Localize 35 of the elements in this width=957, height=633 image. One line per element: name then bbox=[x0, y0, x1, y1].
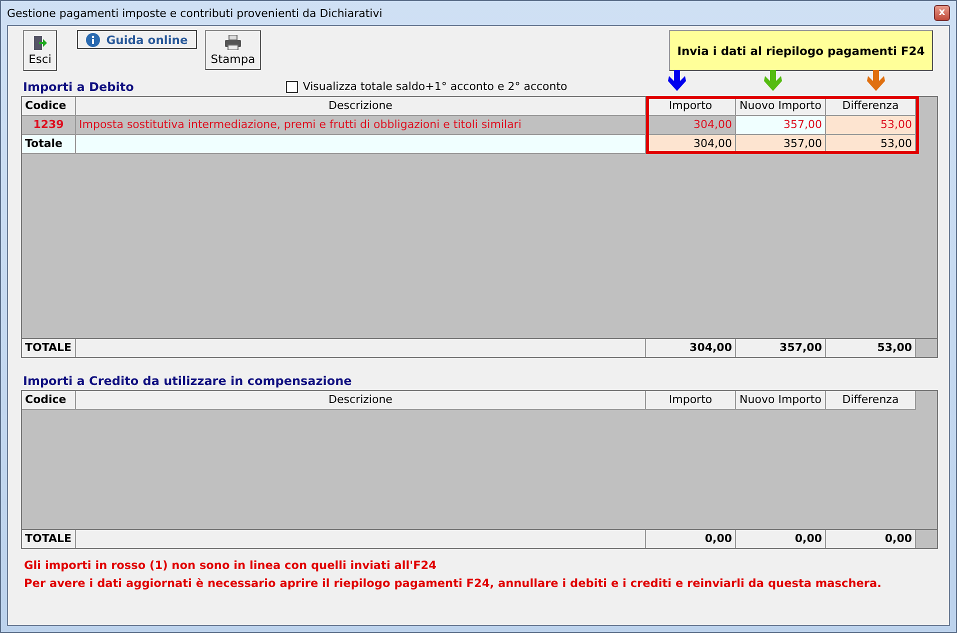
amount-cell: 304,00 bbox=[646, 116, 736, 135]
checkbox-label: Visualizza totale saldo+1° acconto e 2° acconto bbox=[302, 80, 568, 93]
total-new-amount: 357,00 bbox=[736, 339, 826, 357]
warning-text: Gli importi in rosso (1) non sono in linea con quelli inviati all'F24 bbox=[23, 558, 438, 574]
column-header: Descrizione bbox=[76, 97, 646, 116]
description-cell: Imposta sostitutiva intermediazione, premi e frutti di obbligazioni e titoli similari bbox=[76, 116, 646, 135]
exit-button[interactable]: Esci bbox=[23, 30, 57, 71]
column-header: Nuovo Importo bbox=[736, 391, 826, 410]
section-title: Importi a Credito da utilizzare in compensazione bbox=[23, 374, 352, 388]
difference-cell: 53,00 bbox=[826, 116, 916, 135]
section-title: Importi a Debito bbox=[23, 80, 134, 94]
code-cell: 1239 bbox=[22, 116, 76, 135]
total-amount: 304,00 bbox=[646, 339, 736, 357]
printer-icon bbox=[224, 34, 242, 50]
new-amount-cell[interactable]: 357,00 bbox=[736, 116, 826, 135]
column-header: Codice bbox=[22, 97, 76, 116]
help-button[interactable]: Guida online bbox=[77, 30, 197, 49]
total-label: TOTALE bbox=[22, 339, 76, 357]
column-header: Importo bbox=[646, 391, 736, 410]
total-label: TOTALE bbox=[22, 530, 76, 548]
checkbox[interactable] bbox=[286, 80, 298, 92]
window-title: Gestione pagamenti imposte e contributi provenienti da Dichiarativi bbox=[7, 6, 382, 20]
total-new-amount: 0,00 bbox=[736, 530, 826, 548]
column-header: Descrizione bbox=[76, 391, 646, 410]
total-difference: 53,00 bbox=[826, 339, 916, 357]
exit-door-icon bbox=[33, 36, 47, 50]
info-icon bbox=[86, 32, 100, 46]
column-header: Codice bbox=[22, 391, 76, 410]
print-button[interactable]: Stampa bbox=[205, 30, 261, 70]
total-difference: 0,00 bbox=[826, 530, 916, 548]
warning-text: Per avere i dati aggiornati è necessario aprire il riepilogo pagamenti F24, annullare i debiti e i crediti e reinviarli da questa maschera. bbox=[23, 576, 882, 592]
column-header: Differenza bbox=[826, 391, 916, 410]
code-cell: Totale bbox=[22, 135, 76, 154]
total-amount: 0,00 bbox=[646, 530, 736, 548]
send-to-f24-button[interactable]: Invia i dati al riepilogo pagamenti F24 bbox=[669, 30, 933, 71]
